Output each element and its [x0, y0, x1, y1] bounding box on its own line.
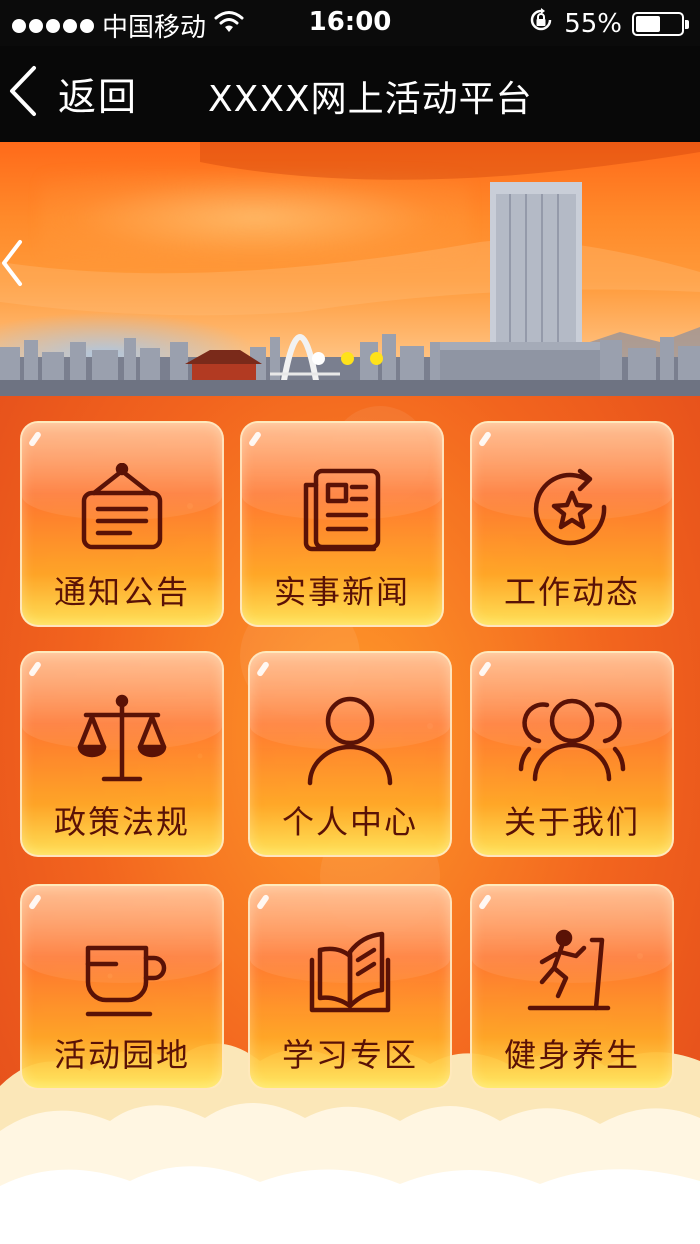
back-button[interactable]: 返回 [6, 60, 138, 126]
menu-tile-label: 关于我们 [503, 803, 640, 841]
banner-prev-arrow[interactable] [0, 238, 26, 292]
notice-board-icon [22, 463, 222, 559]
menu-tile-fitness[interactable]: 健身养生 [470, 884, 674, 1090]
menu-tile-label: 个人中心 [281, 803, 418, 841]
banner-carousel[interactable] [0, 142, 700, 396]
menu-tile-policy[interactable]: 政策法规 [20, 651, 224, 857]
treadmill-icon [472, 926, 672, 1022]
newspaper-icon [242, 463, 442, 559]
status-bar: 中国移动 16:00 55% [0, 0, 700, 46]
main-menu-area: 通知公告 实事新闻 工作动态 政策法规 个人中心 关于我们 活动园地 学习专区 … [0, 396, 700, 1244]
menu-tile-study[interactable]: 学习专区 [248, 884, 452, 1090]
menu-tile-about[interactable]: 关于我们 [470, 651, 674, 857]
chevron-left-icon [6, 64, 40, 122]
menu-tile-label: 健身养生 [503, 1036, 640, 1074]
menu-tile-news[interactable]: 实事新闻 [240, 421, 444, 627]
battery-icon [632, 11, 689, 36]
menu-tile-label: 政策法规 [53, 803, 190, 841]
pager-dot[interactable] [312, 352, 325, 365]
nav-bar: 返回 XXXX网上活动平台 [0, 46, 700, 142]
rotation-lock-icon [528, 7, 554, 40]
menu-tile-label: 学习专区 [281, 1036, 418, 1074]
person-icon [250, 693, 450, 789]
scales-icon [22, 693, 222, 789]
open-book-icon [250, 926, 450, 1022]
menu-tile-notice[interactable]: 通知公告 [20, 421, 224, 627]
menu-tile-label: 工作动态 [503, 573, 640, 611]
star-refresh-icon [472, 463, 672, 559]
pager-dot[interactable] [370, 352, 383, 365]
group-icon [472, 693, 672, 789]
pager-dot[interactable] [341, 352, 354, 365]
cup-icon [22, 926, 222, 1022]
menu-tile-label: 通知公告 [53, 573, 190, 611]
menu-tile-label: 活动园地 [53, 1036, 190, 1074]
menu-tile-label: 实事新闻 [273, 573, 410, 611]
battery-fill [636, 15, 661, 32]
menu-tile-work-updates[interactable]: 工作动态 [470, 421, 674, 627]
back-label: 返回 [58, 74, 139, 119]
menu-tile-activities[interactable]: 活动园地 [20, 884, 224, 1090]
page-title: XXXX网上活动平台 [208, 79, 533, 120]
banner-pager[interactable] [312, 352, 383, 365]
status-right: 55% [528, 7, 689, 40]
battery-percent: 55% [564, 8, 622, 39]
menu-tile-profile[interactable]: 个人中心 [248, 651, 452, 857]
